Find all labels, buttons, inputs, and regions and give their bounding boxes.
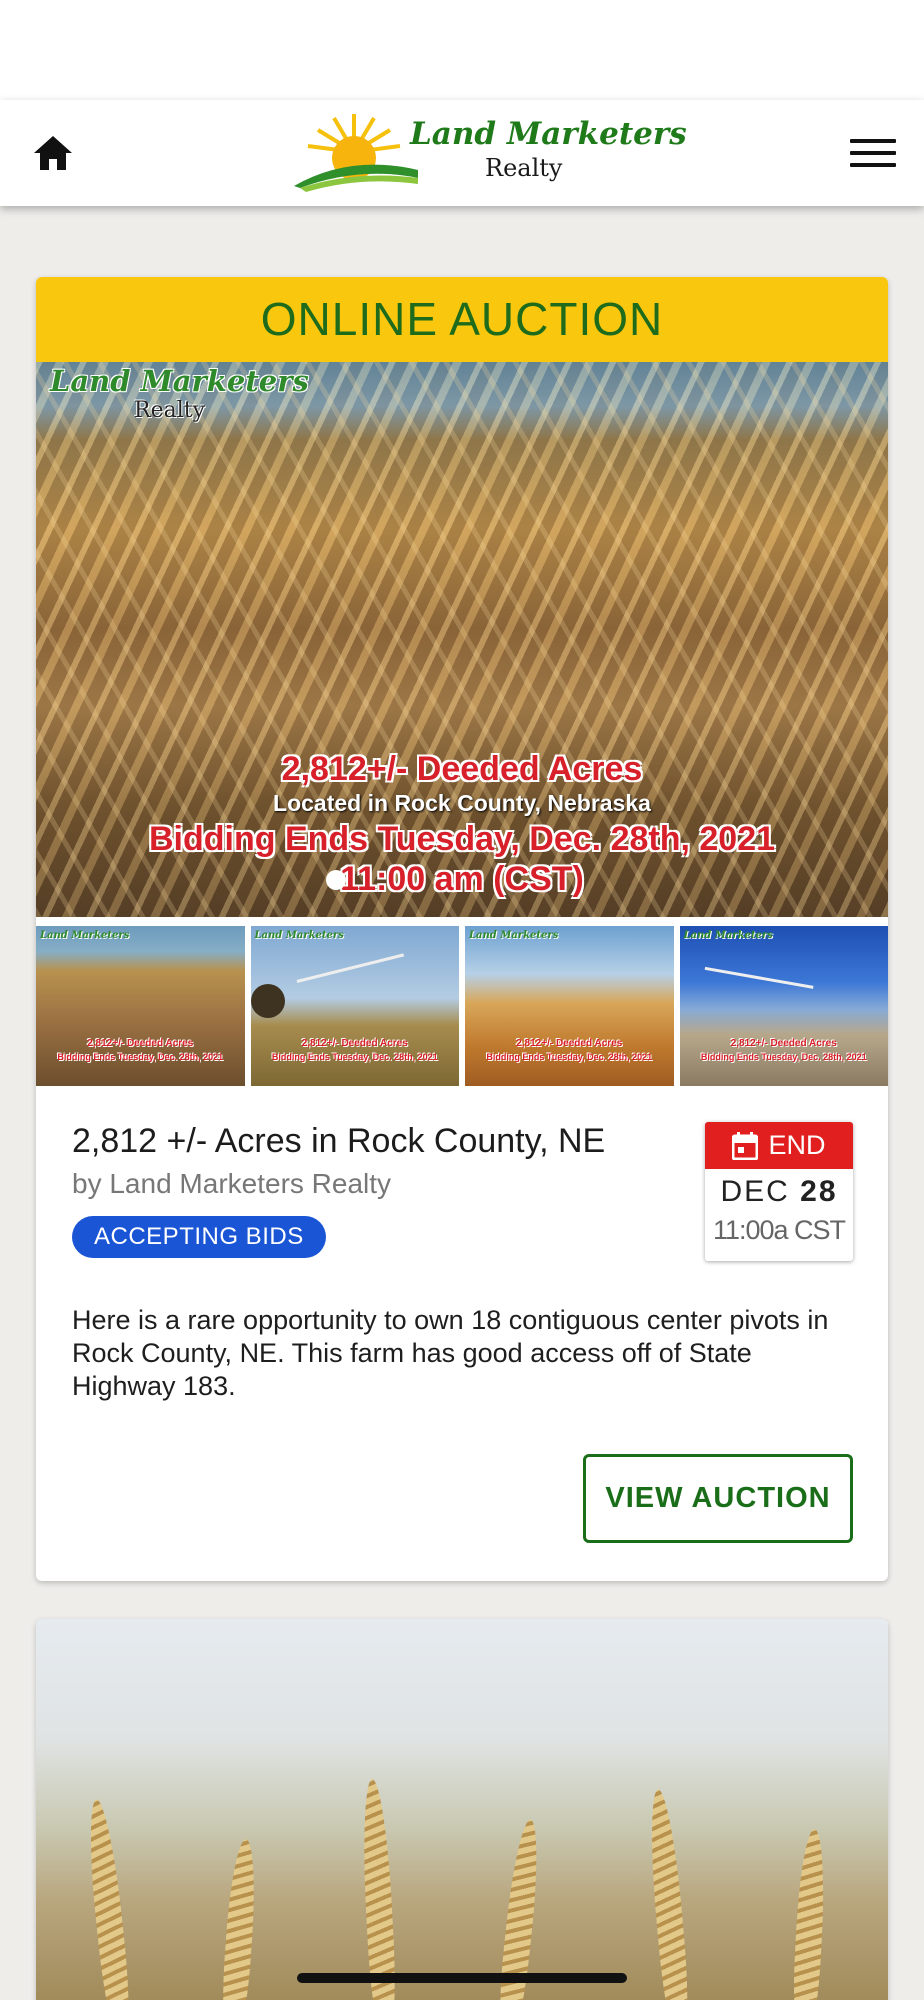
listing-title[interactable]: 2,812 +/- Acres in Rock County, NE [72, 1122, 605, 1161]
end-label: END [768, 1130, 826, 1160]
listing-info: 2,812 +/- Acres in Rock County, NE by La… [36, 1086, 888, 1581]
end-date-header: END [705, 1122, 853, 1169]
carousel-indicator-dot[interactable] [326, 870, 346, 890]
status-bar [0, 0, 924, 100]
end-time: 11:00a CST [712, 1215, 846, 1245]
logo-text-primary: Land Marketers [410, 116, 687, 152]
thumbnail-1[interactable]: Land Marketers 2,812+/- Deeded Acres Bid… [36, 926, 245, 1086]
thumbnail-2[interactable]: Land Marketers 2,812+/- Deeded Acres Bid… [250, 926, 459, 1086]
listing-description: Here is a rare opportunity to own 18 con… [72, 1305, 829, 1401]
thumbnail-strip: Land Marketers 2,812+/- Deeded Acres Bid… [36, 926, 888, 1086]
end-date: DEC 28 [720, 1175, 838, 1208]
listing-seller: by Land Marketers Realty [72, 1168, 392, 1199]
hero-location-text: Located in Rock County, Nebraska [273, 790, 651, 816]
app-header: Land Marketers Realty [0, 100, 924, 206]
calendar-icon [732, 1131, 759, 1160]
auction-card[interactable]: ONLINE AUCTION Land Marketers Realty 2,8… [36, 277, 888, 1581]
thumbnail-4[interactable]: Land Marketers 2,812+/- Deeded Acres Bid… [679, 926, 888, 1086]
status-badge: ACCEPTING BIDS [72, 1216, 326, 1258]
hamburger-menu-icon [850, 139, 896, 143]
next-auction-card[interactable] [36, 1619, 888, 2000]
logo-text-secondary: Realty [485, 154, 563, 182]
auction-type-banner: ONLINE AUCTION [36, 277, 888, 362]
hero-logo: Land Marketers Realty [50, 364, 309, 423]
hero-time-text: 11:00 am (CST) [340, 860, 584, 898]
sunrise-logo-icon [294, 114, 418, 192]
view-auction-button[interactable]: VIEW AUCTION [583, 1454, 853, 1543]
end-date-box: END DEC 28 11:00a CST [705, 1122, 853, 1261]
menu-button[interactable] [850, 130, 896, 176]
hero-image[interactable]: Land Marketers Realty 2,812+/- Deeded Ac… [36, 362, 888, 917]
home-indicator[interactable] [297, 1973, 627, 1983]
brand-logo[interactable]: Land Marketers Realty [290, 108, 687, 194]
home-button[interactable] [28, 128, 78, 178]
hero-bidding-end-text: Bidding Ends Tuesday, Dec. 28th, 2021 [148, 820, 776, 858]
hero-acres-text: 2,812+/- Deeded Acres [281, 750, 643, 788]
thumbnail-3[interactable]: Land Marketers 2,812+/- Deeded Acres Bid… [465, 926, 674, 1086]
home-icon [34, 136, 72, 170]
